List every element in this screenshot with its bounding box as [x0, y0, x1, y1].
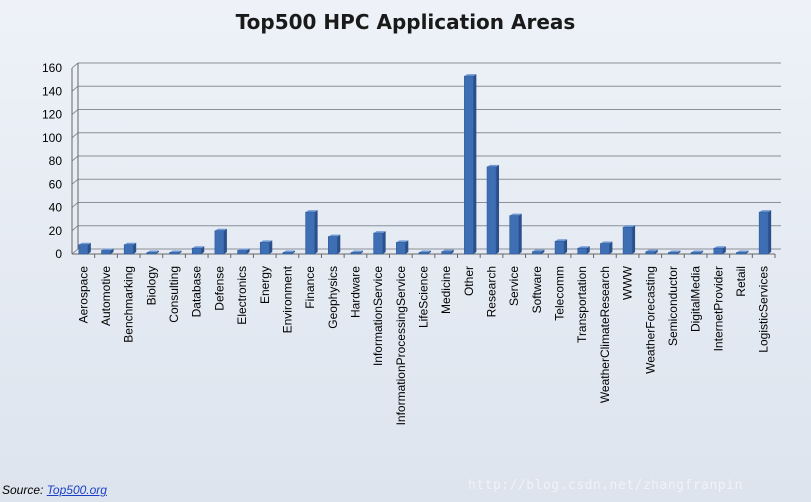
- x-tick-label-9: Environment: [280, 265, 294, 333]
- y-tick-label-3: 60: [49, 177, 63, 191]
- bar-9: [282, 252, 293, 255]
- gridline-side-3: [71, 178, 79, 185]
- y-tick-label-5: 100: [42, 131, 62, 145]
- x-tick-label-14: InformationProcessingService: [394, 266, 408, 426]
- x-tick-label-3: Biology: [144, 266, 158, 305]
- bar-side-23: [609, 241, 613, 254]
- bar-11: [327, 236, 338, 255]
- y-tick-label-4: 80: [49, 154, 63, 168]
- bar-28: [713, 247, 724, 255]
- x-tick-label-5: Database: [190, 266, 204, 318]
- y-tick-label-7: 140: [42, 84, 62, 98]
- source-note: Source: Top500.org: [2, 483, 107, 497]
- x-tick-label-15: LifeScience: [417, 266, 431, 328]
- bar-22: [577, 247, 588, 255]
- bar-4: [169, 252, 179, 255]
- gridline-side-0: [71, 248, 79, 255]
- bar-8: [259, 242, 270, 255]
- gridline-side-4: [71, 155, 79, 162]
- x-tick-label-28: InternetProvider: [711, 266, 725, 351]
- bar-23: [600, 243, 610, 255]
- x-tick-label-30: LogisticServices: [757, 266, 771, 353]
- source-prefix: Source:: [2, 483, 47, 497]
- bar-5: [191, 247, 202, 255]
- bar-18: [486, 166, 497, 255]
- x-tick-label-12: Hardware: [348, 266, 362, 318]
- x-tick-label-23: WeatherClimateResearch: [598, 266, 612, 403]
- x-tick-label-10: Finance: [303, 266, 317, 309]
- bar-17: [464, 75, 474, 255]
- bar-20: [532, 251, 542, 255]
- bar-side-30: [768, 210, 772, 254]
- y-tick-label-1: 20: [49, 224, 63, 238]
- bar-side-13: [382, 231, 386, 254]
- bar-side-11: [337, 234, 341, 254]
- x-tick-label-22: Transportation: [575, 266, 589, 343]
- bar-side-8: [269, 240, 273, 254]
- x-tick-label-20: Software: [530, 266, 544, 314]
- x-tick-label-29: Retail: [734, 266, 748, 297]
- x-tick-label-4: Consulting: [167, 266, 181, 323]
- x-tick-label-17: Other: [462, 266, 476, 296]
- gridline-side-7: [71, 85, 79, 92]
- x-tick-label-18: Research: [485, 266, 499, 317]
- bar-14: [396, 242, 406, 255]
- chart-plot: 0 20 40 60 80 100 120 140 160 Aerospace Automotive…: [42, 61, 781, 426]
- bar-0: [78, 244, 89, 255]
- bar-6: [214, 230, 225, 255]
- y-tick-label-2: 40: [49, 201, 63, 215]
- bar-side-18: [496, 164, 500, 254]
- bar-16: [441, 251, 451, 255]
- bar-27: [690, 252, 701, 255]
- y-tick-label-0: 0: [55, 247, 62, 261]
- x-tick-label-8: Energy: [258, 266, 272, 304]
- source-link[interactable]: Top500.org: [47, 483, 107, 497]
- x-tick-label-6: Defense: [212, 266, 226, 311]
- bar-15: [418, 252, 429, 255]
- watermark: http://blog.csdn.net/zhangfranpin: [468, 478, 743, 493]
- x-tick-label-13: InformationService: [371, 266, 385, 366]
- gridline-side-1: [71, 225, 79, 232]
- bar-19: [509, 215, 520, 255]
- x-tick-label-11: Geophysics: [326, 266, 340, 329]
- y-tick-label-6: 120: [42, 108, 62, 122]
- x-tick-label-7: Electronics: [235, 266, 249, 325]
- bar-3: [146, 252, 157, 255]
- chart: Top500 HPC Application Areas 0 20 40 60 80 10…: [0, 0, 811, 502]
- bar-24: [622, 226, 633, 255]
- gridline-side-6: [71, 109, 79, 115]
- y-tick-label-8: 160: [42, 61, 62, 75]
- bar-13: [373, 232, 383, 255]
- bar-12: [350, 252, 361, 255]
- x-tick-label-21: Telecomm: [553, 266, 567, 321]
- bar-1: [101, 250, 111, 255]
- bar-side-14: [405, 240, 409, 254]
- x-tick-label-26: Semiconductor: [666, 266, 680, 346]
- bar-26: [668, 252, 678, 255]
- x-tick-label-27: DigitalMedia: [689, 266, 703, 332]
- x-tick-label-0: Aerospace: [76, 266, 90, 324]
- bar-side-19: [518, 213, 522, 254]
- x-tick-label-24: WWW: [621, 265, 635, 300]
- bar-side-6: [223, 228, 227, 254]
- x-tick-label-19: Service: [507, 266, 521, 306]
- gridline-side-5: [71, 132, 79, 139]
- bar-7: [237, 250, 247, 255]
- bar-side-21: [564, 239, 568, 254]
- bar-side-17: [473, 74, 477, 254]
- bar-side-10: [314, 210, 318, 254]
- bar-10: [305, 211, 315, 255]
- bar-2: [123, 244, 134, 255]
- bar-29: [736, 252, 746, 255]
- bar-30: [758, 211, 769, 255]
- x-tick-label-1: Automotive: [99, 266, 113, 326]
- bar-21: [554, 240, 565, 255]
- x-tick-label-16: Medicine: [439, 266, 453, 314]
- bar-25: [645, 251, 656, 255]
- x-tick-label-2: Benchmarking: [122, 266, 136, 343]
- bar-side-24: [632, 225, 636, 254]
- gridline-side-8: [71, 62, 79, 69]
- gridline-side-2: [71, 202, 79, 208]
- x-tick-label-25: WeatherForecasting: [643, 266, 657, 374]
